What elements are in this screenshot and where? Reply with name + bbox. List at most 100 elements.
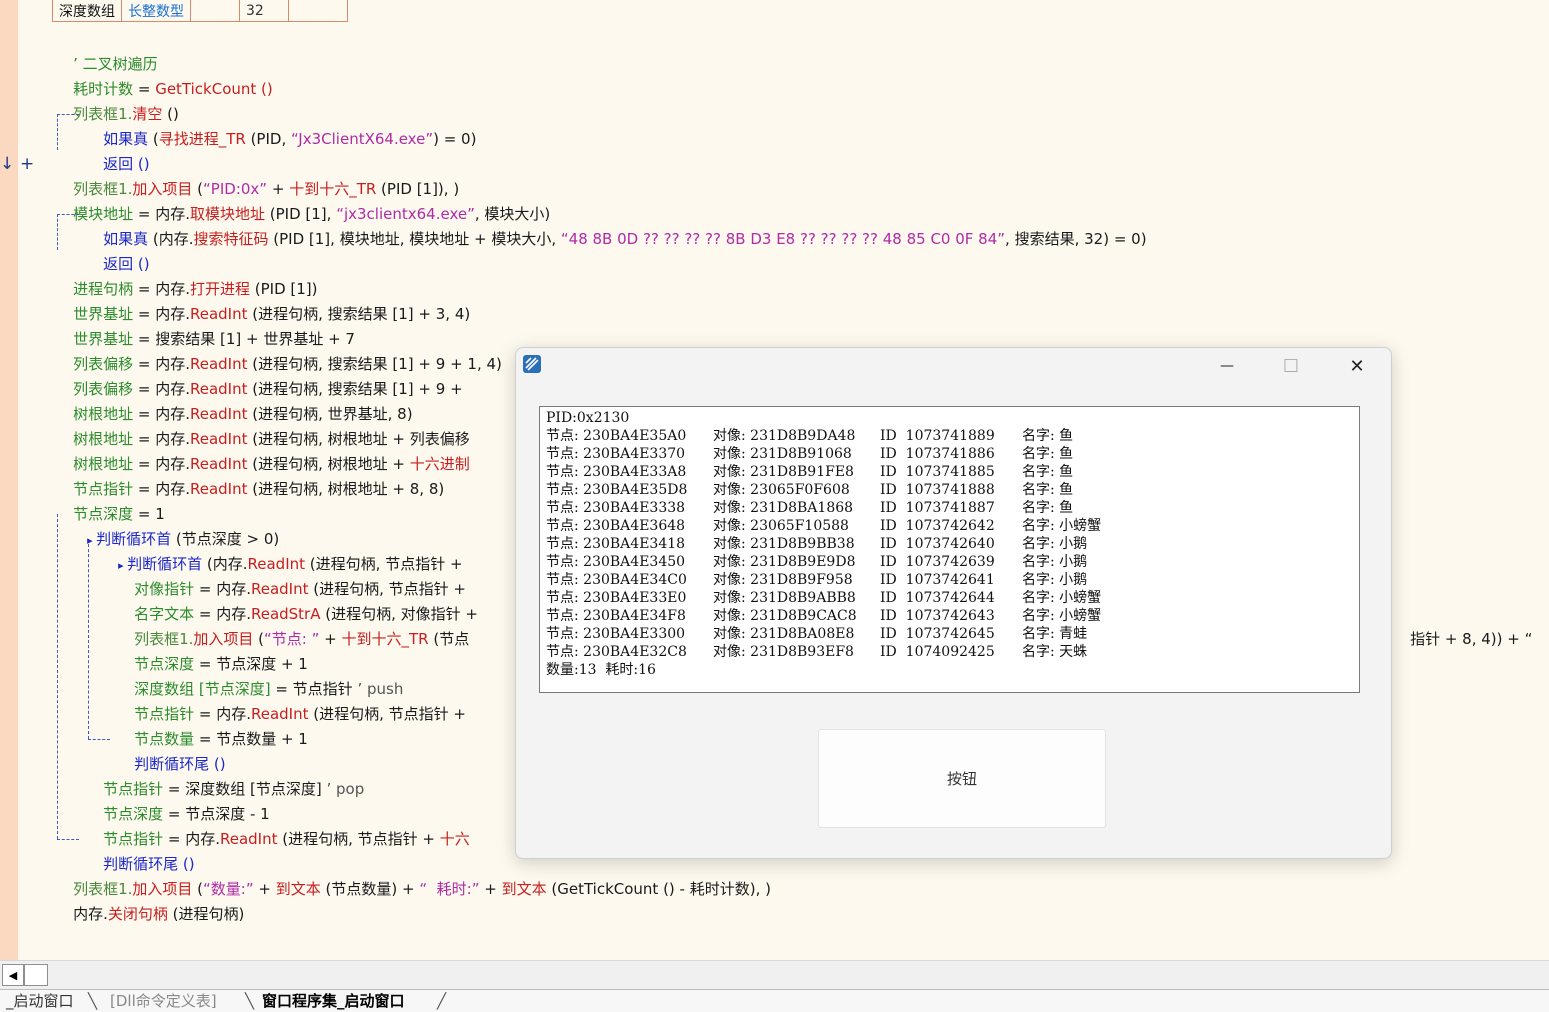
maximize-button[interactable]: ☐: [1259, 348, 1323, 384]
code-line[interactable]: 节点指针 = 深度数组 [节点深度] ’ pop: [84, 752, 364, 798]
code-line[interactable]: 世界基址 = 内存.ReadInt (进程句柄, 搜索结果 [1] + 3, 4…: [54, 277, 470, 323]
scroll-left-arrow[interactable]: ◀: [2, 964, 24, 986]
code-line[interactable]: 节点深度 = 1: [54, 477, 165, 523]
object-address: 对像: 231D8B9CAC8: [713, 608, 857, 624]
var-remark[interactable]: [288, 0, 348, 22]
node-address: 节点: 230BA4E3300: [546, 626, 686, 642]
code-line[interactable]: 如果真 (内存.搜索特征码 (PID [1], 模块地址, 模块地址 + 模块大…: [84, 202, 1146, 248]
code-token: 十到十六_TR: [341, 630, 429, 648]
code-token: (PID,: [245, 130, 291, 148]
list-item[interactable]: 节点: 230BA4E33E0 对像: 231D8B9ABB8 ID 1073742…: [546, 589, 1353, 607]
object-id: ID 1073741885: [880, 464, 995, 480]
object-name: 名字: 青蛙: [1022, 626, 1088, 642]
node-address: 节点: 230BA4E3450: [546, 554, 686, 570]
scroll-thumb[interactable]: [24, 964, 48, 986]
code-line[interactable]: 返回 (): [84, 227, 149, 273]
object-name: 名字: 天蛛: [1022, 644, 1088, 660]
tab-dll-commands[interactable]: [Dll命令定义表]: [110, 990, 217, 1012]
code-line[interactable]: 列表框1.清空 (): [54, 77, 179, 123]
code-line[interactable]: 列表偏移 = 内存.ReadInt (进程句柄, 搜索结果 [1] + 9 + …: [54, 327, 502, 373]
code-line[interactable]: 节点指针 = 内存.ReadInt (进程句柄, 树根地址 + 8, 8): [54, 452, 444, 498]
object-id: ID 1073742642: [880, 518, 995, 534]
result-listbox[interactable]: PID:0x2130 节点: 230BA4E35A0 对像: 231D8B9DA4…: [539, 406, 1360, 693]
tab-window-program-set[interactable]: 窗口程序集_启动窗口: [262, 990, 405, 1012]
code-line[interactable]: 内存.关闭句柄 (进程句柄): [54, 877, 244, 923]
object-address: 对像: 231D8B9F958: [713, 572, 853, 588]
code-token: 指针 + 8, 4)) + “: [1410, 630, 1533, 648]
code-line[interactable]: ’ 二叉树遍历: [54, 27, 158, 73]
close-icon: ✕: [1349, 355, 1365, 377]
code-line-overflow[interactable]: 指针 + 8, 4)) + “: [1391, 602, 1532, 648]
loop-guide: [57, 514, 58, 839]
list-item[interactable]: 节点: 230BA4E3450 对像: 231D8B9E9D8 ID 1073742…: [546, 553, 1353, 571]
minimize-button[interactable]: —: [1195, 348, 1259, 384]
tab-bar: _启动窗口 ╲ [Dll命令定义表] ╲ 窗口程序集_启动窗口 ╱: [0, 989, 1549, 1012]
code-line[interactable]: 耗时计数 = GetTickCount (): [54, 52, 273, 98]
loop-guide: [88, 739, 110, 740]
app-icon: [523, 355, 541, 373]
arrow-right-icon: ▸: [87, 534, 97, 547]
code-line[interactable]: 节点深度 = 节点深度 - 1: [84, 777, 270, 823]
code-line[interactable]: 节点指针 = 内存.ReadInt (进程句柄, 节点指针 + 十六: [84, 802, 470, 848]
minimize-icon: —: [1220, 358, 1234, 374]
code-line[interactable]: 列表偏移 = 内存.ReadInt (进程句柄, 搜索结果 [1] + 9 +: [54, 352, 463, 398]
list-item[interactable]: 节点: 230BA4E32C8 对像: 231D8B93EF8 ID 1074092…: [546, 643, 1353, 661]
var-name[interactable]: 深度数组: [52, 0, 122, 22]
code-line[interactable]: 返回 (): [84, 127, 149, 173]
down-arrow-icon: ↓: [0, 154, 15, 174]
list-item[interactable]: 节点: 230BA4E33A8 对像: 231D8B91FE8 ID 1073741…: [546, 463, 1353, 481]
code-line[interactable]: 进程句柄 = 内存.打开进程 (PID [1]): [54, 252, 317, 298]
list-item[interactable]: 节点: 230BA4E3300 对像: 231D8BA08E8 ID 1073742…: [546, 625, 1353, 643]
var-static[interactable]: [190, 0, 240, 22]
tab-separator: ╲: [88, 992, 98, 1010]
horizontal-scrollbar[interactable]: ◀: [0, 960, 1549, 989]
code-line[interactable]: 判断循环尾 (): [115, 727, 225, 773]
title-bar[interactable]: — ☐ ✕: [516, 348, 1391, 384]
close-button[interactable]: ✕: [1325, 348, 1389, 384]
tab-start-window[interactable]: _启动窗口: [6, 990, 74, 1012]
app-window[interactable]: — ☐ ✕ PID:0x2130 节点: 230BA4E35A0 对像: 231D…: [515, 347, 1392, 859]
list-item[interactable]: 节点: 230BA4E34C0 对像: 231D8B9F958 ID 1073742…: [546, 571, 1353, 589]
list-item[interactable]: 节点: 230BA4E3418 对像: 231D8B9BB38 ID 1073742…: [546, 535, 1353, 553]
code-token: +: [319, 630, 342, 648]
code-line[interactable]: 树根地址 = 内存.ReadInt (进程句柄, 世界基址, 8): [54, 377, 413, 423]
node-address: 节点: 230BA4E33E0: [546, 590, 687, 606]
object-id: ID 1073741889: [880, 428, 995, 444]
object-address: 对像: 231D8B9E9D8: [713, 554, 856, 570]
action-button[interactable]: 按钮: [818, 729, 1106, 828]
code-line[interactable]: 节点深度 = 节点深度 + 1: [115, 627, 308, 673]
list-item[interactable]: 节点: 230BA4E35D8 对像: 23065F0F608 ID 1073741…: [546, 481, 1353, 499]
tab-separator: ╱: [437, 992, 447, 1010]
code-line[interactable]: ▸ 判断循环首 (内存.ReadInt (进程句柄, 节点指针 +: [99, 527, 462, 573]
node-address: 节点: 230BA4E3370: [546, 446, 686, 462]
list-item[interactable]: 节点: 230BA4E35A0 对像: 231D8B9DA48 ID 1073741…: [546, 427, 1353, 445]
list-footer[interactable]: 数量:13 耗时:16: [546, 661, 1353, 679]
code-line[interactable]: 节点数量 = 节点数量 + 1: [115, 702, 308, 748]
plus-icon[interactable]: +: [20, 154, 34, 174]
list-item[interactable]: 节点: 230BA4E3370 对像: 231D8B91068 ID 1073741…: [546, 445, 1353, 463]
code-line[interactable]: 对像指针 = 内存.ReadInt (进程句柄, 节点指针 +: [115, 552, 466, 598]
list-header[interactable]: PID:0x2130: [546, 409, 1353, 427]
object-id: ID 1073742643: [880, 608, 995, 624]
list-item[interactable]: 节点: 230BA4E34F8 对像: 231D8B9CAC8 ID 1073742…: [546, 607, 1353, 625]
code-line[interactable]: 列表框1.加入项目 (“PID:0x” + 十到十六_TR (PID [1]),…: [54, 152, 459, 198]
object-name: 名字: 小鹅: [1022, 554, 1088, 570]
code-line[interactable]: 列表框1.加入项目 (“节点: ” + 十到十六_TR (节点: [115, 602, 469, 648]
code-line[interactable]: 如果真 (寻找进程_TR (PID, “Jx3ClientX64.exe”) =…: [84, 102, 476, 148]
code-token: (PID [1], 模块地址, 模块地址 + 模块大小,: [268, 230, 561, 248]
var-array-size[interactable]: 32: [239, 0, 289, 22]
code-token: 十六: [439, 830, 470, 848]
code-line[interactable]: 名字文本 = 内存.ReadStrA (进程句柄, 对像指针 +: [115, 577, 478, 623]
object-address: 对像: 231D8B91FE8: [713, 464, 854, 480]
code-line[interactable]: 世界基址 = 搜索结果 [1] + 世界基址 + 7: [54, 302, 355, 348]
code-line[interactable]: ▸ 判断循环首 (节点深度 > 0): [68, 502, 279, 548]
code-line[interactable]: 模块地址 = 内存.取模块地址 (PID [1], “jx3clientx64.…: [54, 177, 550, 223]
code-line[interactable]: 判断循环尾 (): [84, 827, 194, 873]
code-line[interactable]: 节点指针 = 内存.ReadInt (进程句柄, 节点指针 +: [115, 677, 466, 723]
code-line[interactable]: 树根地址 = 内存.ReadInt (进程句柄, 树根地址 + 列表偏移: [54, 402, 470, 448]
list-item[interactable]: 节点: 230BA4E3338 对像: 231D8BA1868 ID 1073741…: [546, 499, 1353, 517]
code-line[interactable]: 深度数组 [节点深度] = 节点指针 ’ push: [115, 652, 403, 698]
var-type[interactable]: 长整数型: [121, 0, 191, 22]
code-line[interactable]: 树根地址 = 内存.ReadInt (进程句柄, 树根地址 + 十六进制: [54, 427, 470, 473]
list-item[interactable]: 节点: 230BA4E3648 对像: 23065F10588 ID 1073742…: [546, 517, 1353, 535]
